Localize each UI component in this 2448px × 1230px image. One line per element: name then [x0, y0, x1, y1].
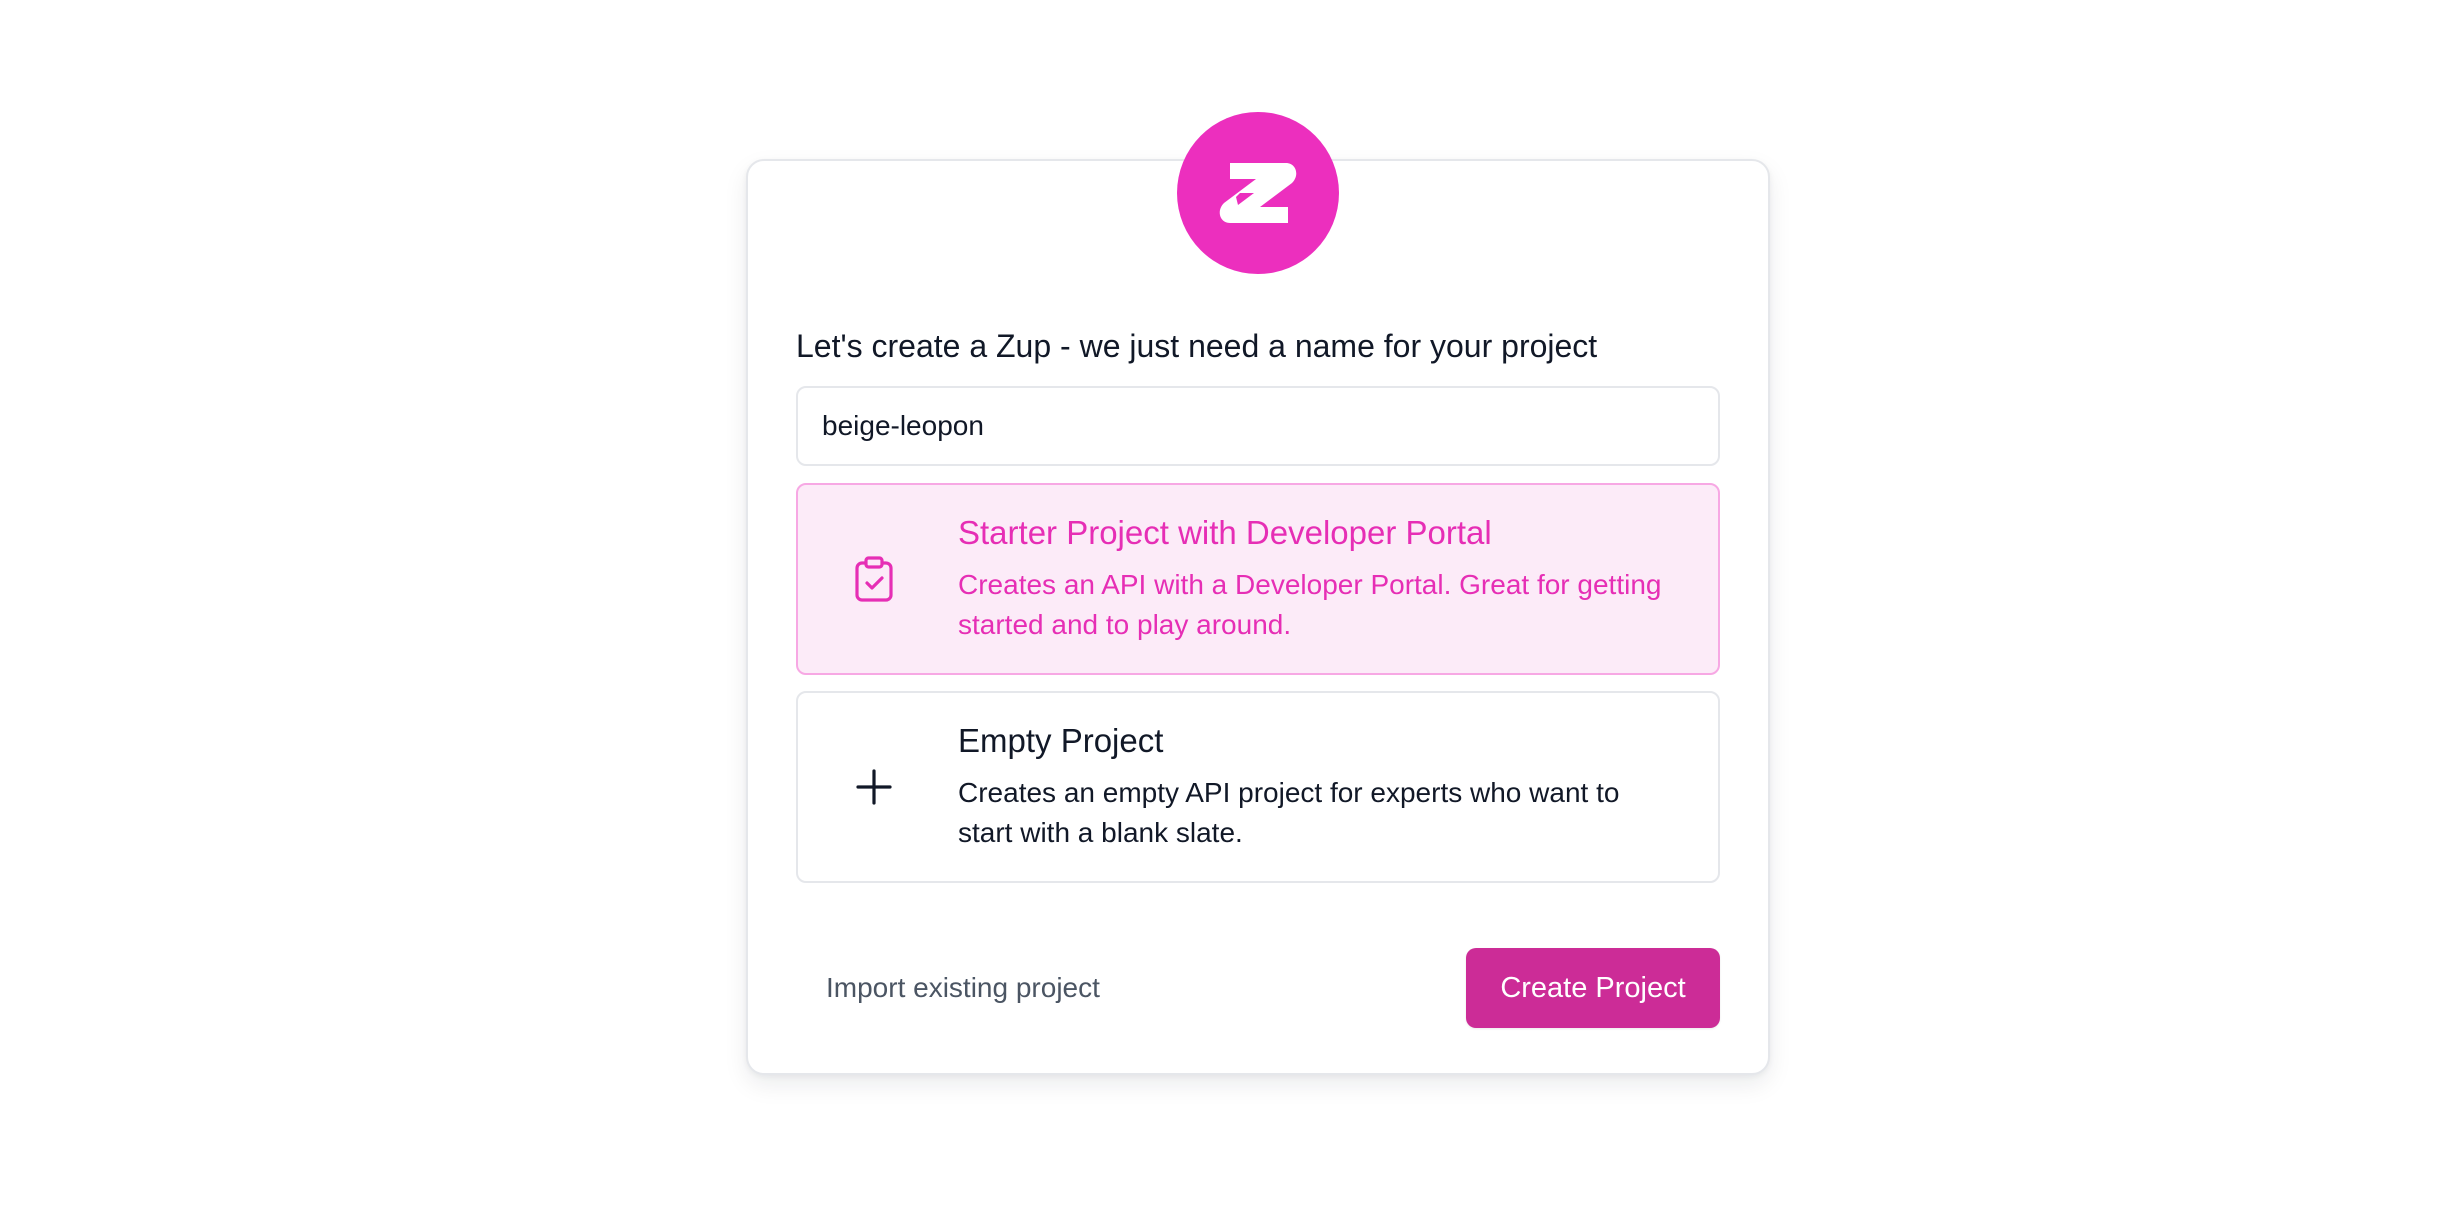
import-existing-project-link[interactable]: Import existing project	[826, 968, 1100, 1008]
option-description: Creates an API with a Developer Portal. …	[958, 569, 1662, 640]
clipboard-check-icon	[852, 555, 896, 603]
option-starter-project[interactable]: Starter Project with Developer Portal Cr…	[796, 483, 1720, 675]
form-heading: Let's create a Zup - we just need a name…	[796, 328, 1598, 364]
page: Let's create a Zup - we just need a name…	[0, 0, 2448, 1230]
option-description: Creates an empty API project for experts…	[958, 777, 1620, 848]
plus-icon	[852, 763, 896, 811]
zuplo-logo-icon	[1219, 163, 1297, 223]
zuplo-logo	[1177, 112, 1339, 274]
project-name-input[interactable]	[796, 386, 1720, 466]
option-title: Empty Project	[958, 722, 1164, 759]
option-title: Starter Project with Developer Portal	[958, 514, 1492, 551]
option-empty-project[interactable]: Empty Project Creates an empty API proje…	[796, 691, 1720, 883]
create-project-button[interactable]: Create Project	[1466, 948, 1720, 1028]
